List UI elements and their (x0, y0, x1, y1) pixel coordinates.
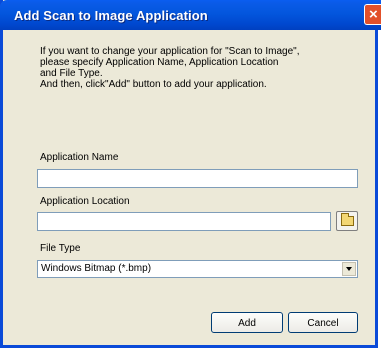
dialog-titlebar[interactable]: Add Scan to Image Application × (0, 0, 381, 30)
file-type-select[interactable]: Windows Bitmap (*.bmp) (37, 260, 358, 278)
intro-text: If you want to change your application f… (40, 46, 300, 90)
chevron-down-icon[interactable] (342, 262, 356, 276)
close-icon: × (369, 6, 378, 23)
dialog-title: Add Scan to Image Application (14, 8, 208, 23)
app-name-label: Application Name (40, 152, 119, 163)
folder-icon (341, 213, 354, 226)
browse-button[interactable] (336, 211, 358, 231)
app-location-input[interactable] (37, 212, 331, 231)
app-location-label: Application Location (40, 196, 130, 207)
close-button[interactable]: × (364, 4, 381, 25)
add-button[interactable]: Add (211, 312, 283, 333)
file-type-value: Windows Bitmap (*.bmp) (41, 263, 152, 274)
app-name-input[interactable] (37, 169, 358, 188)
file-type-label: File Type (40, 243, 81, 254)
cancel-button[interactable]: Cancel (288, 312, 358, 333)
